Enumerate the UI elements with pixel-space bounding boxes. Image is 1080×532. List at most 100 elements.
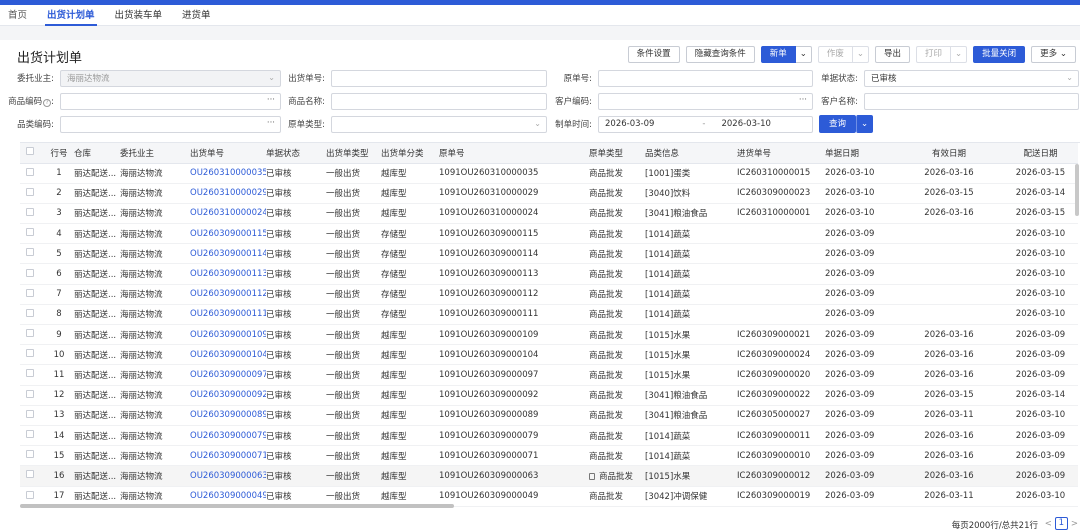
column-header-delivery-date[interactable]: 配送日期: [1003, 143, 1078, 164]
row-checkbox[interactable]: [26, 187, 34, 196]
column-header-orig-type[interactable]: 原单类型: [589, 143, 645, 164]
column-header-warehouse[interactable]: 仓库: [74, 143, 120, 164]
void-dropdown-button[interactable]: ⌄: [852, 46, 869, 63]
orig-type-select[interactable]: ⌄: [331, 115, 547, 133]
row-checkbox[interactable]: [26, 349, 34, 358]
consignor-select[interactable]: 海丽达物流 ⌄: [60, 69, 281, 87]
cell-ship-no[interactable]: OU260309000115: [190, 223, 266, 245]
hide-conditions-button[interactable]: 隐藏查询条件: [685, 46, 755, 63]
tab-receiving-order[interactable]: 进货单: [172, 7, 221, 25]
column-header-category-info[interactable]: 品类信息: [645, 143, 737, 164]
item-code-input[interactable]: ···: [60, 92, 281, 110]
condition-settings-button[interactable]: 条件设置: [627, 46, 680, 63]
next-page-button[interactable]: >: [1071, 519, 1078, 529]
vertical-scroll-thumb[interactable]: [1075, 164, 1079, 216]
make-time-to[interactable]: 2026-03-10: [721, 119, 770, 129]
row-checkbox[interactable]: [26, 308, 34, 317]
table-row[interactable]: 4 丽达配送... 海丽达物流 OU260309000115 已审核 一般出货 存储型 109…: [20, 223, 1078, 245]
table-row[interactable]: 9 丽达配送... 海丽达物流 OU260309000109 已审核 一般出货 越库型 109…: [20, 324, 1078, 346]
current-page-button[interactable]: 1: [1054, 517, 1068, 530]
row-checkbox[interactable]: [26, 470, 34, 479]
help-icon[interactable]: ?: [43, 99, 52, 107]
void-button[interactable]: 作废: [817, 46, 853, 63]
doc-status-select[interactable]: 已审核 ⌄: [864, 69, 1079, 87]
cell-ship-no[interactable]: OU260309000071: [190, 445, 266, 467]
cell-ship-no[interactable]: OU260309000104: [190, 344, 266, 366]
new-button[interactable]: 新单: [760, 46, 796, 63]
row-checkbox[interactable]: [26, 430, 34, 439]
row-checkbox[interactable]: [26, 369, 34, 378]
row-checkbox[interactable]: [26, 329, 34, 338]
batch-close-button[interactable]: 批量关闭: [973, 46, 1026, 63]
row-checkbox[interactable]: [26, 228, 34, 237]
table-row[interactable]: 3 丽达配送... 海丽达物流 OU260310000024 已审核 一般出货 越库型 109…: [20, 203, 1078, 225]
table-row[interactable]: 1 丽达配送... 海丽达物流 OU260310000035 已审核 一般出货 越库型 109…: [20, 163, 1078, 184]
cell-ship-no[interactable]: OU260309000111: [190, 304, 266, 326]
table-row[interactable]: 13 丽达配送... 海丽达物流 OU260309000089 已审核 一般出货 越库型 10…: [20, 405, 1078, 426]
column-header-doc-date[interactable]: 单据日期: [825, 143, 895, 164]
table-row[interactable]: 5 丽达配送... 海丽达物流 OU260309000114 已审核 一般出货 存储型 109…: [20, 243, 1078, 265]
more-button[interactable]: 更多 ⌄: [1031, 46, 1076, 63]
query-button[interactable]: 查询: [819, 115, 857, 133]
horizontal-scrollbar[interactable]: [20, 504, 1080, 509]
column-header-receiving-no[interactable]: 进货单号: [737, 143, 825, 164]
row-checkbox[interactable]: [26, 288, 34, 297]
horizontal-scroll-thumb[interactable]: [20, 504, 454, 508]
column-header-consignor[interactable]: 委托业主: [120, 143, 190, 164]
column-header-doc-status[interactable]: 单据状态: [266, 143, 326, 164]
item-name-input[interactable]: [331, 92, 547, 110]
orig-no-input[interactable]: [598, 69, 813, 87]
table-row[interactable]: 10 丽达配送... 海丽达物流 OU260309000104 已审核 一般出货 越库型 10…: [20, 344, 1078, 366]
row-checkbox[interactable]: [26, 389, 34, 398]
row-checkbox[interactable]: [26, 207, 34, 216]
make-time-from[interactable]: 2026-03-09: [605, 119, 654, 129]
print-button[interactable]: 打印: [916, 46, 952, 63]
column-header-row-no[interactable]: 行号: [44, 143, 74, 164]
table-row[interactable]: 11 丽达配送... 海丽达物流 OU260309000097 已审核 一般出货 越库型 10…: [20, 364, 1078, 386]
ship-no-input[interactable]: [331, 69, 547, 87]
cell-ship-no[interactable]: OU260309000063: [190, 465, 266, 487]
cell-ship-no[interactable]: OU260309000112: [190, 284, 266, 305]
cell-ship-no[interactable]: OU260309000089: [190, 405, 266, 426]
cat-code-input[interactable]: ···: [60, 115, 281, 133]
new-dropdown-button[interactable]: ⌄: [795, 46, 812, 63]
table-row[interactable]: 7 丽达配送... 海丽达物流 OU260309000112 已审核 一般出货 存储型 109…: [20, 284, 1078, 305]
column-header-ship-category[interactable]: 出货单分类: [381, 143, 439, 164]
cell-ship-no[interactable]: OU260309000113: [190, 263, 266, 285]
column-header-ship-type[interactable]: 出货单类型: [326, 143, 381, 164]
export-button[interactable]: 导出: [874, 46, 910, 63]
cust-code-input[interactable]: ···: [598, 92, 813, 110]
table-row[interactable]: 2 丽达配送... 海丽达物流 OU260310000029 已审核 一般出货 越库型 109…: [20, 183, 1078, 204]
cell-ship-no[interactable]: OU260310000029: [190, 183, 266, 204]
query-dropdown-button[interactable]: ⌄: [856, 115, 874, 133]
cell-ship-no[interactable]: OU260310000035: [190, 163, 266, 184]
tab-shipping-plan[interactable]: 出货计划单: [37, 7, 105, 26]
tab-home[interactable]: 首页: [8, 7, 37, 25]
vertical-scrollbar[interactable]: [1075, 142, 1080, 472]
table-row[interactable]: 14 丽达配送... 海丽达物流 OU260309000079 已审核 一般出货 越库型 10…: [20, 425, 1078, 447]
table-row[interactable]: 8 丽达配送... 海丽达物流 OU260309000111 已审核 一般出货 存储型 109…: [20, 304, 1078, 326]
row-checkbox[interactable]: [26, 167, 34, 176]
cust-name-input[interactable]: [864, 92, 1079, 110]
cell-ship-no[interactable]: OU260309000079: [190, 425, 266, 447]
tab-loading-order[interactable]: 出货装车单: [105, 7, 173, 25]
row-checkbox[interactable]: [26, 490, 34, 499]
print-dropdown-button[interactable]: ⌄: [951, 46, 968, 63]
cell-ship-no[interactable]: OU260309000109: [190, 324, 266, 346]
prev-page-button[interactable]: <: [1045, 519, 1052, 529]
cell-ship-no[interactable]: OU260310000024: [190, 203, 266, 225]
row-checkbox[interactable]: [26, 268, 34, 277]
cell-ship-no[interactable]: OU260309000097: [190, 364, 266, 386]
column-header-ship-no[interactable]: 出货单号: [190, 143, 266, 164]
table-row[interactable]: 12 丽达配送... 海丽达物流 OU260309000092 已审核 一般出货 越库型 10…: [20, 385, 1078, 406]
row-checkbox[interactable]: [26, 248, 34, 257]
table-row[interactable]: 6 丽达配送... 海丽达物流 OU260309000113 已审核 一般出货 存储型 109…: [20, 263, 1078, 285]
row-checkbox[interactable]: [26, 450, 34, 459]
row-checkbox[interactable]: [26, 409, 34, 418]
column-header-valid-date[interactable]: 有效日期: [895, 143, 1003, 164]
table-row[interactable]: 15 丽达配送... 海丽达物流 OU260309000071 已审核 一般出货 越库型 10…: [20, 445, 1078, 467]
cell-ship-no[interactable]: OU260309000114: [190, 243, 266, 265]
make-time-range[interactable]: 2026-03-09 - 2026-03-10: [598, 115, 813, 133]
table-row[interactable]: 16 丽达配送... 海丽达物流 OU260309000063 已审核 一般出货 越库型 10…: [20, 465, 1078, 487]
column-header-orig-no[interactable]: 原单号: [439, 143, 589, 164]
